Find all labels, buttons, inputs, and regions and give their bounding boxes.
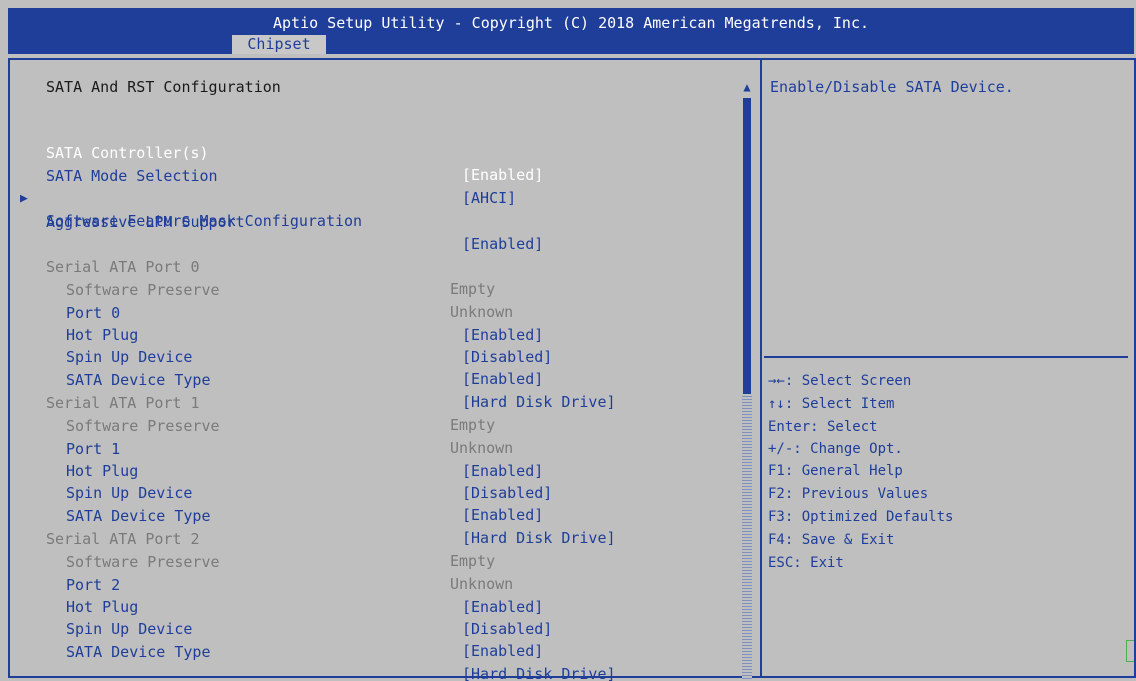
key-hint: F1: General Help [768,463,903,479]
item-value: [Enabled] [462,462,544,480]
key-hint: F3: Optimized Defaults [768,509,954,525]
item-label: Software Preserve [66,281,220,299]
key-hint: →←: Select Screen [768,373,912,389]
key-hint: F4: Save & Exit [768,532,895,548]
item-label: Serial ATA Port 2 [46,530,200,548]
corner-marker [1126,640,1134,662]
scrollbar[interactable]: ▲ ▼ [740,78,754,681]
item-label: Spin Up Device [66,484,193,502]
key-hint: Enter: Select [768,419,878,435]
item-label: Spin Up Device [66,348,193,366]
help-description: Enable/Disable SATA Device. [770,78,1014,96]
info-serial-ata-port-1: Serial ATA Port 1 Empty [0,370,495,434]
item-value: [Hard Disk Drive] [462,529,616,547]
menu-item-hot-plug-1[interactable]: Hot Plug [Disabled] [0,438,552,502]
item-label: Spin Up Device [66,620,193,638]
scroll-thumb[interactable] [743,98,751,394]
scroll-track[interactable] [742,396,752,681]
key-hint: F2: Previous Values [768,486,929,502]
bios-screen: Aptio Setup Utility - Copyright (C) 2018… [0,0,1136,681]
item-value: [Enabled] [462,642,544,660]
key-hint: ESC: Exit [768,555,844,571]
item-value: Empty [450,416,496,434]
menu-item-aggressive-lpm[interactable]: Aggressive LPM Support [Enabled] [0,189,543,253]
item-label: Serial ATA Port 0 [46,258,200,276]
item-value: Unknown [450,439,514,457]
panel-divider [760,58,762,678]
tab-chipset[interactable]: Chipset [232,35,326,54]
item-value: [Enabled] [462,370,544,388]
menu-item-sata-mode-selection[interactable]: SATA Mode Selection [AHCI] [0,143,516,207]
info-software-preserve-1: Software Preserve Unknown [0,393,513,457]
item-label: SATA Device Type [66,643,211,661]
item-value: [Hard Disk Drive] [462,393,616,411]
menu-item-sata-controllers[interactable]: SATA Controller(s) [Enabled] [0,120,543,184]
item-label: SATA Mode Selection [46,167,218,185]
item-value: [Disabled] [462,484,553,502]
item-value: Empty [450,280,496,298]
item-value: Empty [450,552,496,570]
item-label: Port 1 [66,440,121,458]
item-value: Unknown [450,303,514,321]
menu-item-port-0[interactable]: Port 0 [Enabled] [0,280,543,344]
item-value: [Enabled] [462,506,544,524]
item-value: [Hard Disk Drive] [462,665,616,681]
info-software-preserve-0: Software Preserve Unknown [0,257,513,321]
item-label: Aggressive LPM Support [46,213,245,231]
section-title: SATA And RST Configuration [46,78,281,96]
scroll-up-icon[interactable]: ▲ [740,78,754,96]
item-value: [Enabled] [462,598,544,616]
item-label: Serial ATA Port 1 [46,394,200,412]
menu-item-software-feature-mask[interactable]: ▶ Software Feature Mask Configuration [0,166,362,230]
key-hint: +/-: Change Opt. [768,441,903,457]
key-hint: ↑↓: Select Item [768,396,895,412]
item-label: Port 0 [66,304,121,322]
header-bar: Aptio Setup Utility - Copyright (C) 2018… [8,8,1134,54]
info-software-preserve-2: Software Preserve Unknown [0,529,513,593]
info-serial-ata-port-0: Serial ATA Port 0 Empty [0,234,495,298]
item-label: Software Preserve [66,417,220,435]
item-label: Software Preserve [66,553,220,571]
item-label: Hot Plug [66,462,139,480]
help-divider [764,356,1128,358]
menu-item-device-type-2[interactable]: SATA Device Type [Hard Disk Drive] [0,619,616,681]
menu-item-device-type-1[interactable]: SATA Device Type [Hard Disk Drive] [0,483,616,547]
item-value: [Enabled] [462,166,544,184]
menu-item-spin-up-1[interactable]: Spin Up Device [Enabled] [0,460,543,524]
item-label: Port 2 [66,576,121,594]
item-label: SATA Device Type [66,507,211,525]
menu-item-spin-up-0[interactable]: Spin Up Device [Enabled] [0,324,543,388]
window-title: Aptio Setup Utility - Copyright (C) 2018… [272,14,870,32]
item-value: [Enabled] [462,235,544,253]
item-label: Hot Plug [66,326,139,344]
item-label: SATA Controller(s) [46,144,209,162]
menu-item-device-type-0[interactable]: SATA Device Type [Hard Disk Drive] [0,347,616,411]
item-value: [Disabled] [462,620,553,638]
menu-item-hot-plug-2[interactable]: Hot Plug [Disabled] [0,574,552,638]
info-serial-ata-port-2: Serial ATA Port 2 Empty [0,506,495,570]
item-value: [Enabled] [462,326,544,344]
item-value: [AHCI] [462,189,517,207]
item-label: Hot Plug [66,598,139,616]
menu-item-port-1[interactable]: Port 1 [Enabled] [0,416,543,480]
menu-item-hot-plug-0[interactable]: Hot Plug [Disabled] [0,302,552,366]
item-value: Unknown [450,575,514,593]
menu-item-spin-up-2[interactable]: Spin Up Device [Enabled] [0,596,543,660]
item-label: SATA Device Type [66,371,211,389]
menu-item-port-2[interactable]: Port 2 [Enabled] [0,552,543,616]
item-value: [Disabled] [462,348,553,366]
